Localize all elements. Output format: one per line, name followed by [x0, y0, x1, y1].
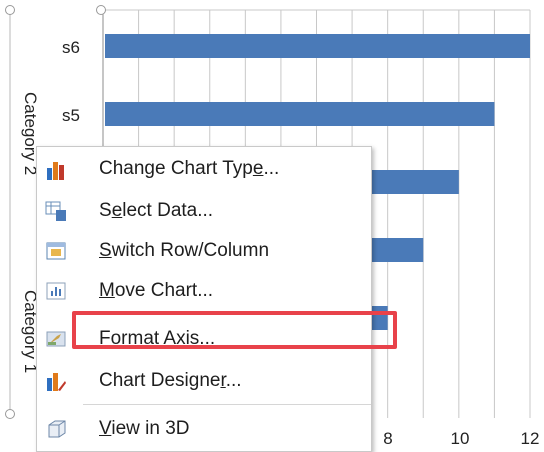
menu-label-view-in-3d: View in 3D — [99, 418, 190, 439]
menu-item-change-chart-type[interactable]: Change Chart Type... — [37, 149, 371, 189]
x-tick-label-10: 10 — [450, 429, 470, 448]
view-3d-icon — [45, 418, 67, 440]
menu-separator — [83, 404, 371, 405]
chart-type-icon — [45, 158, 67, 180]
menu-item-move-chart[interactable]: Move Chart... — [37, 271, 371, 311]
menu-item-switch-row-column[interactable]: Switch Row/Column — [37, 231, 371, 271]
menu-item-chart-designer[interactable]: Chart Designer... — [37, 361, 371, 401]
category-label-s6: s6 — [62, 38, 80, 57]
menu-label-select-data: Select Data... — [99, 200, 214, 221]
context-menu: Change Chart Type... Select Data... Swit… — [36, 146, 397, 452]
format-axis-icon — [45, 328, 67, 350]
resize-handle-top[interactable] — [96, 5, 106, 15]
menu-item-select-data[interactable]: Select Data... — [37, 191, 371, 231]
x-tick-label-12: 12 — [520, 429, 540, 448]
menu-label-switch-row-column: Switch Row/Column — [99, 240, 270, 261]
select-data-icon — [45, 200, 67, 222]
menu-item-view-in-3d[interactable]: View in 3D — [37, 409, 371, 449]
menu-label-chart-designer: Chart Designer... — [99, 370, 242, 391]
bar-s5[interactable] — [105, 102, 495, 126]
resize-handle-top-left[interactable] — [5, 5, 15, 15]
chart-designer-icon — [45, 370, 67, 392]
switch-row-column-icon — [45, 240, 67, 262]
menu-label-change-chart-type: Change Chart Type... — [99, 158, 280, 179]
x-tick-label-8: 8 — [383, 429, 393, 448]
resize-handle-bottom-left[interactable] — [5, 409, 15, 419]
bar-s6[interactable] — [105, 34, 530, 58]
menu-label-move-chart: Move Chart... — [99, 280, 214, 301]
format-axis-highlight — [72, 311, 397, 349]
move-chart-icon — [45, 280, 67, 302]
category-label-s5: s5 — [62, 106, 80, 125]
